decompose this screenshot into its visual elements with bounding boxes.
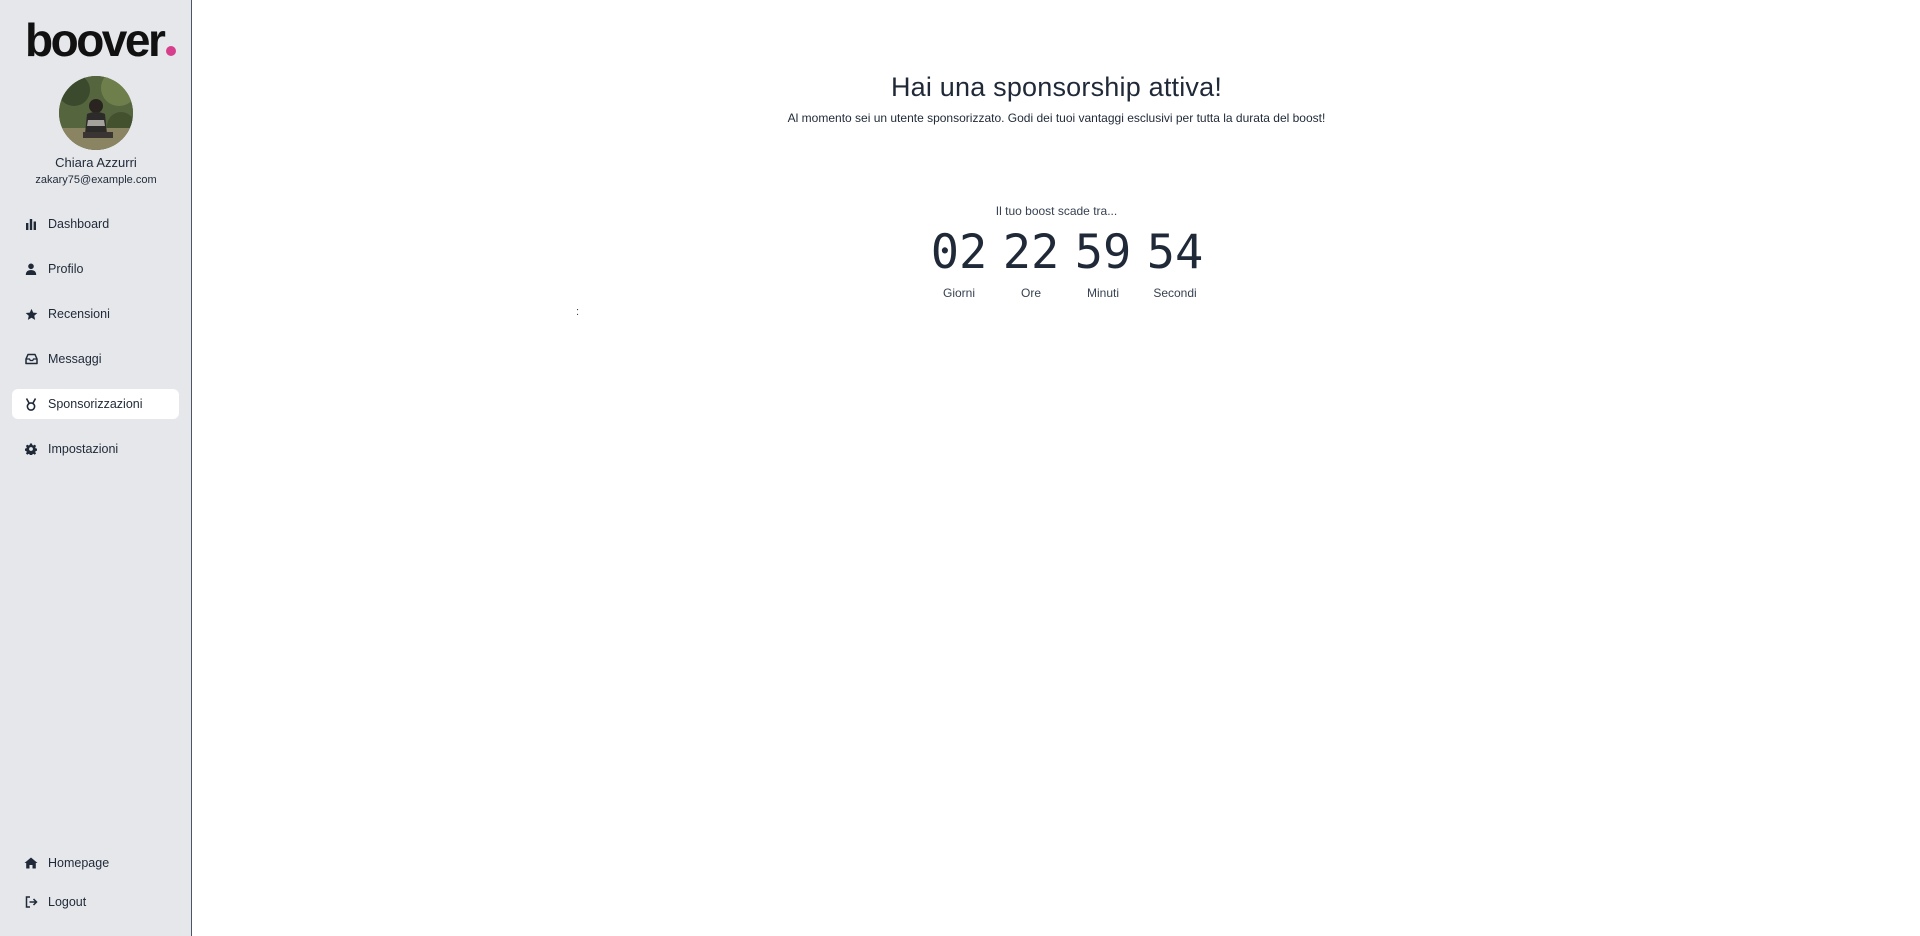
avatar bbox=[59, 76, 133, 150]
sidebar-item-recensioni[interactable]: Recensioni bbox=[12, 299, 179, 329]
user-name: Chiara Azzurri bbox=[55, 155, 137, 170]
sidebar-item-label: Recensioni bbox=[48, 307, 110, 321]
inbox-icon bbox=[24, 352, 38, 366]
sidebar-item-label: Dashboard bbox=[48, 217, 110, 231]
sidebar-item-label: Messaggi bbox=[48, 352, 102, 366]
user-email: zakary75@example.com bbox=[35, 174, 157, 186]
countdown-value: 59 bbox=[1074, 225, 1132, 280]
countdown-timer: 02 Giorni 22 Ore 59 Minuti 54 Secondi bbox=[923, 224, 1211, 300]
countdown-value: 22 bbox=[1002, 225, 1060, 280]
sidebar-item-profilo[interactable]: Profilo bbox=[12, 254, 179, 284]
sidebar-item-label: Homepage bbox=[48, 856, 110, 870]
sidebar-item-logout[interactable]: Logout bbox=[12, 887, 179, 917]
countdown-value: 54 bbox=[1146, 225, 1204, 280]
home-icon bbox=[24, 856, 38, 870]
gear-icon bbox=[24, 442, 38, 456]
page-subtitle: Al momento sei un utente sponsorizzato. … bbox=[787, 111, 1326, 125]
sidebar-item-label: Sponsorizzazioni bbox=[48, 397, 143, 411]
countdown-label: Secondi bbox=[1153, 286, 1197, 300]
sidebar-item-sponsorizzazioni[interactable]: Sponsorizzazioni bbox=[12, 389, 179, 419]
countdown-seconds: 54 Secondi bbox=[1139, 224, 1211, 300]
sidebar-item-homepage[interactable]: Homepage bbox=[12, 848, 179, 878]
countdown-label: Ore bbox=[1020, 286, 1041, 300]
main-content: Hai una sponsorship attiva! Al momento s… bbox=[193, 0, 1920, 936]
countdown-label: Giorni bbox=[942, 286, 975, 300]
bar-chart-icon bbox=[24, 217, 38, 231]
countdown-hours: 22 Ore bbox=[995, 224, 1067, 300]
countdown-days: 02 Giorni bbox=[923, 224, 995, 300]
countdown-label: Minuti bbox=[1086, 286, 1119, 300]
countdown-caption: Il tuo boost scade tra... bbox=[995, 204, 1118, 218]
logo-text: boover bbox=[25, 14, 166, 66]
stray-text: : bbox=[576, 306, 580, 318]
medal-icon bbox=[24, 397, 38, 411]
sidebar-item-impostazioni[interactable]: Impostazioni bbox=[12, 434, 179, 464]
sidebar-item-label: Logout bbox=[48, 895, 87, 909]
star-icon bbox=[24, 307, 38, 321]
countdown-value: 02 bbox=[930, 225, 988, 280]
sidebar-item-dashboard[interactable]: Dashboard bbox=[12, 209, 179, 239]
user-icon bbox=[24, 262, 38, 276]
logout-icon bbox=[24, 895, 38, 909]
logo-dot bbox=[166, 46, 177, 56]
page-title: Hai una sponsorship attiva! bbox=[890, 72, 1223, 102]
sidebar-item-label: Profilo bbox=[48, 262, 84, 276]
brand-logo[interactable]: boover bbox=[25, 14, 177, 66]
countdown-minutes: 59 Minuti bbox=[1067, 224, 1139, 300]
sidebar-item-label: Impostazioni bbox=[48, 442, 119, 456]
sidebar-item-messaggi[interactable]: Messaggi bbox=[12, 344, 179, 374]
sidebar: boover Chiara Azzurri zakary75@example.c… bbox=[0, 0, 192, 936]
